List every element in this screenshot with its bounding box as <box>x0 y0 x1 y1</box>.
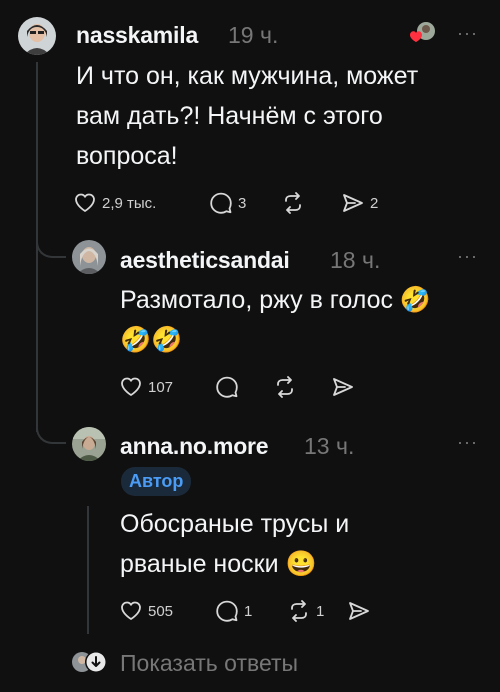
reply-button[interactable]: 1 <box>216 600 288 622</box>
thread-line-reply-2 <box>87 506 89 634</box>
username[interactable]: aestheticsandai <box>120 247 290 274</box>
comment-text-line: И что он, как мужчина, может <box>76 62 419 90</box>
share-count: 2 <box>370 194 379 212</box>
comment-icon <box>216 376 238 398</box>
more-options-button[interactable]: ··· <box>457 433 478 451</box>
like-button[interactable]: 107 <box>120 377 216 397</box>
comment-text-line: вопроса! <box>76 142 178 170</box>
reply-button[interactable]: 3 <box>210 192 282 214</box>
replies-avatar-stack[interactable] <box>70 648 110 676</box>
more-options-button[interactable]: ··· <box>457 247 478 265</box>
timestamp: 19 ч. <box>228 22 279 48</box>
share-button[interactable] <box>348 600 376 622</box>
comment-text: Обосраные трусы и рваные носки 😀 <box>120 504 490 584</box>
like-button[interactable]: 505 <box>120 601 216 621</box>
repost-button[interactable] <box>282 192 342 214</box>
timestamp: 13 ч. <box>304 433 355 459</box>
reply-count: 1 <box>244 602 253 620</box>
comment-text-line: Обосраные трусы и <box>120 510 350 538</box>
repost-icon <box>274 376 296 398</box>
avatar-nasskamila[interactable] <box>18 17 56 55</box>
more-options-button[interactable]: ··· <box>457 24 478 42</box>
heart-icon <box>74 193 96 213</box>
timestamp: 18 ч. <box>330 247 381 273</box>
thread-connector-reply-2 <box>36 404 66 444</box>
repost-count: 1 <box>316 602 325 620</box>
like-count: 2,9 тыс. <box>102 194 157 212</box>
heart-icon <box>120 601 142 621</box>
heart-icon <box>120 377 142 397</box>
comment-icon <box>210 192 232 214</box>
action-bar: 107 <box>120 376 360 398</box>
repost-icon <box>282 192 304 214</box>
username[interactable]: nasskamila <box>76 22 198 49</box>
repost-icon <box>288 600 310 622</box>
share-button[interactable]: 2 <box>342 192 378 214</box>
comment-text-line: 🤣🤣 <box>120 326 183 354</box>
avatar-anna-no-more[interactable] <box>72 427 106 461</box>
show-replies-link[interactable]: Показать ответы <box>120 650 298 677</box>
liked-by-author-icon <box>408 19 438 45</box>
share-button[interactable] <box>332 376 360 398</box>
reply-button[interactable] <box>216 376 274 398</box>
reply-count: 3 <box>238 194 247 212</box>
action-bar: 2,9 тыс. 3 2 <box>74 192 378 214</box>
repost-button[interactable] <box>274 376 332 398</box>
comment-text-line: вам дать?! Начнём с этого <box>76 102 383 130</box>
like-count: 107 <box>148 378 174 396</box>
like-button[interactable]: 2,9 тыс. <box>74 193 210 213</box>
author-badge: Автор <box>121 467 192 496</box>
comment-icon <box>216 600 238 622</box>
share-icon <box>332 376 354 398</box>
comment-text: И что он, как мужчина, может вам дать?! … <box>76 56 486 176</box>
like-count: 505 <box>148 602 174 620</box>
share-icon <box>348 600 370 622</box>
action-bar: 505 1 1 <box>120 600 376 622</box>
thread-connector-reply-1 <box>36 224 66 258</box>
share-icon <box>342 192 364 214</box>
avatar-aestheticsandai[interactable] <box>72 240 106 274</box>
comment-text-line: Размотало, ржу в голос 🤣 <box>120 286 432 314</box>
username[interactable]: anna.no.more <box>120 433 269 460</box>
comment-text-line: рваные носки 😀 <box>120 550 317 578</box>
repost-button[interactable]: 1 <box>288 600 348 622</box>
comment-text: Размотало, ржу в голос 🤣 🤣🤣 <box>120 280 490 360</box>
